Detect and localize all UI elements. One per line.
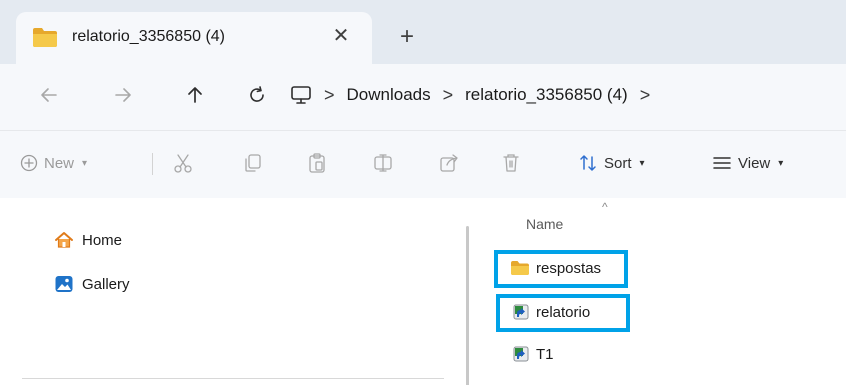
view-label: View	[738, 154, 771, 172]
breadcrumb-current-folder[interactable]: relatorio_3356850 (4)	[465, 85, 628, 105]
folder-icon	[511, 261, 529, 275]
chevron-down-icon: ▾	[778, 157, 784, 169]
refresh-button[interactable]	[240, 78, 274, 112]
breadcrumb-separator: >	[324, 84, 335, 105]
paste-icon	[309, 153, 325, 173]
sort-icon	[580, 155, 596, 171]
file-name: relatorio	[536, 303, 591, 321]
share-icon	[440, 154, 458, 172]
tab-strip: relatorio_3356850 (4) ✕ +	[0, 0, 846, 64]
file-name: respostas	[536, 259, 602, 277]
sort-button[interactable]: Sort ▾	[578, 147, 645, 179]
breadcrumb-downloads[interactable]: Downloads	[347, 85, 431, 105]
file-name: T1	[536, 345, 554, 363]
arrow-up-icon	[188, 87, 202, 103]
command-bar: New ▾ Sort ▾ View ▾	[0, 130, 846, 199]
breadcrumb-separator: >	[442, 84, 454, 105]
chevron-down-icon: ▾	[82, 157, 88, 169]
forward-button[interactable]	[106, 78, 140, 112]
file-explorer-window: relatorio_3356850 (4) ✕ + > Downloads > …	[0, 0, 846, 385]
new-tab-button[interactable]: +	[392, 22, 422, 52]
arrow-left-icon	[41, 88, 57, 102]
command-divider	[152, 153, 153, 175]
paste-button[interactable]	[306, 147, 328, 179]
content-area: Home Gallery Name ^ respostas relatorio …	[0, 198, 846, 385]
column-header-name[interactable]: Name	[526, 216, 563, 232]
delete-icon	[503, 154, 519, 172]
shortcut-file-icon	[513, 346, 529, 362]
breadcrumb-separator[interactable]: >	[640, 85, 651, 106]
delete-button[interactable]	[500, 147, 522, 179]
cut-icon	[174, 154, 192, 173]
chevron-down-icon: ▾	[639, 157, 645, 169]
share-button[interactable]	[438, 147, 460, 179]
view-button[interactable]: View ▾	[712, 147, 783, 179]
home-icon	[55, 232, 73, 248]
shortcut-file-icon	[513, 304, 529, 320]
copy-icon	[245, 154, 261, 172]
copy-button[interactable]	[242, 147, 264, 179]
sidebar-divider	[22, 378, 444, 379]
sort-label: Sort	[604, 154, 632, 172]
rename-icon	[374, 154, 392, 172]
plus-circle-icon	[20, 154, 38, 172]
close-tab-icon[interactable]: ✕	[328, 23, 354, 49]
sidebar-item-label: Home	[82, 231, 123, 249]
this-pc-icon	[291, 86, 311, 104]
arrow-right-icon	[115, 88, 131, 102]
sidebar-item-gallery[interactable]: Gallery	[54, 272, 130, 296]
file-row-t1[interactable]: T1	[512, 342, 554, 366]
tab-relatorio[interactable]: relatorio_3356850 (4) ✕	[16, 12, 372, 64]
pane-splitter[interactable]	[466, 226, 469, 385]
file-row-respostas[interactable]: respostas	[510, 256, 601, 280]
back-button[interactable]	[32, 78, 66, 112]
sidebar-item-label: Gallery	[82, 275, 130, 293]
up-button[interactable]	[178, 78, 212, 112]
new-button[interactable]: New ▾	[20, 147, 87, 179]
sort-ascending-icon: ^	[602, 200, 608, 214]
folder-icon	[32, 26, 58, 48]
refresh-icon	[250, 86, 264, 102]
rename-button[interactable]	[372, 147, 394, 179]
navigation-bar: > Downloads > relatorio_3356850 (4) >	[0, 64, 846, 130]
file-row-relatorio[interactable]: relatorio	[512, 300, 590, 324]
tab-title: relatorio_3356850 (4)	[72, 28, 225, 45]
gallery-icon	[55, 276, 73, 292]
cut-button[interactable]	[172, 147, 194, 179]
sidebar-item-home[interactable]: Home	[54, 228, 122, 252]
view-list-icon	[713, 157, 731, 169]
breadcrumb: > Downloads > relatorio_3356850 (4) >	[312, 78, 662, 112]
new-label: New	[44, 154, 75, 172]
